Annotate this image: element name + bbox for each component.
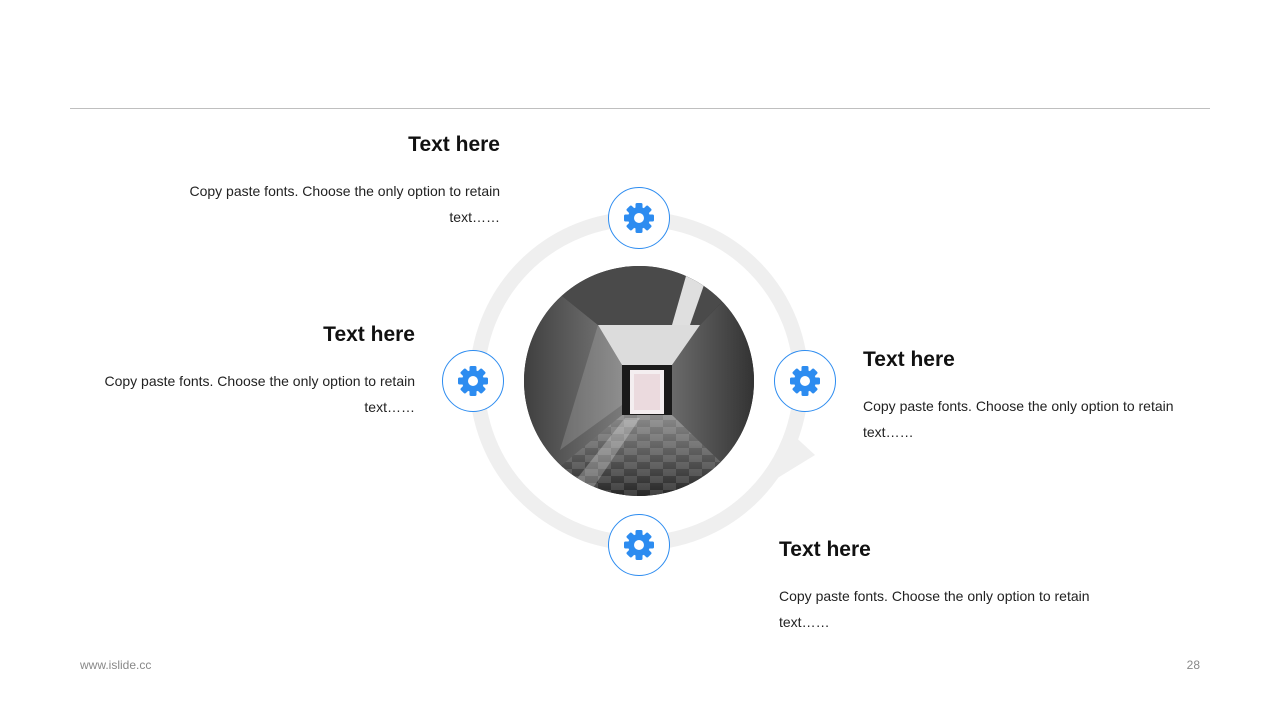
footer-site: www.islide.cc: [80, 658, 152, 672]
page-number: 28: [1186, 658, 1200, 672]
block-body: Copy paste fonts. Choose the only option…: [863, 398, 1174, 440]
text-block-top-left: Text here Copy paste fonts. Choose the o…: [170, 132, 500, 230]
gear-node-bottom: [608, 514, 670, 576]
gear-icon: [790, 366, 820, 396]
text-block-left: Text here Copy paste fonts. Choose the o…: [85, 322, 415, 420]
gear-node-right: [774, 350, 836, 412]
text-block-right: Text here Copy paste fonts. Choose the o…: [863, 347, 1193, 445]
gear-icon: [458, 366, 488, 396]
corridor-photo: [524, 266, 754, 496]
gear-node-top: [608, 187, 670, 249]
block-title: Text here: [863, 348, 955, 371]
gear-icon: [624, 203, 654, 233]
gear-icon: [624, 530, 654, 560]
block-body: Copy paste fonts. Choose the only option…: [104, 373, 415, 415]
block-body: Copy paste fonts. Choose the only option…: [779, 588, 1090, 630]
block-title: Text here: [408, 133, 500, 156]
gear-node-left: [442, 350, 504, 412]
block-title: Text here: [779, 538, 871, 561]
block-body: Copy paste fonts. Choose the only option…: [189, 183, 500, 225]
text-block-bottom-right: Text here Copy paste fonts. Choose the o…: [779, 537, 1109, 635]
block-title: Text here: [323, 323, 415, 346]
